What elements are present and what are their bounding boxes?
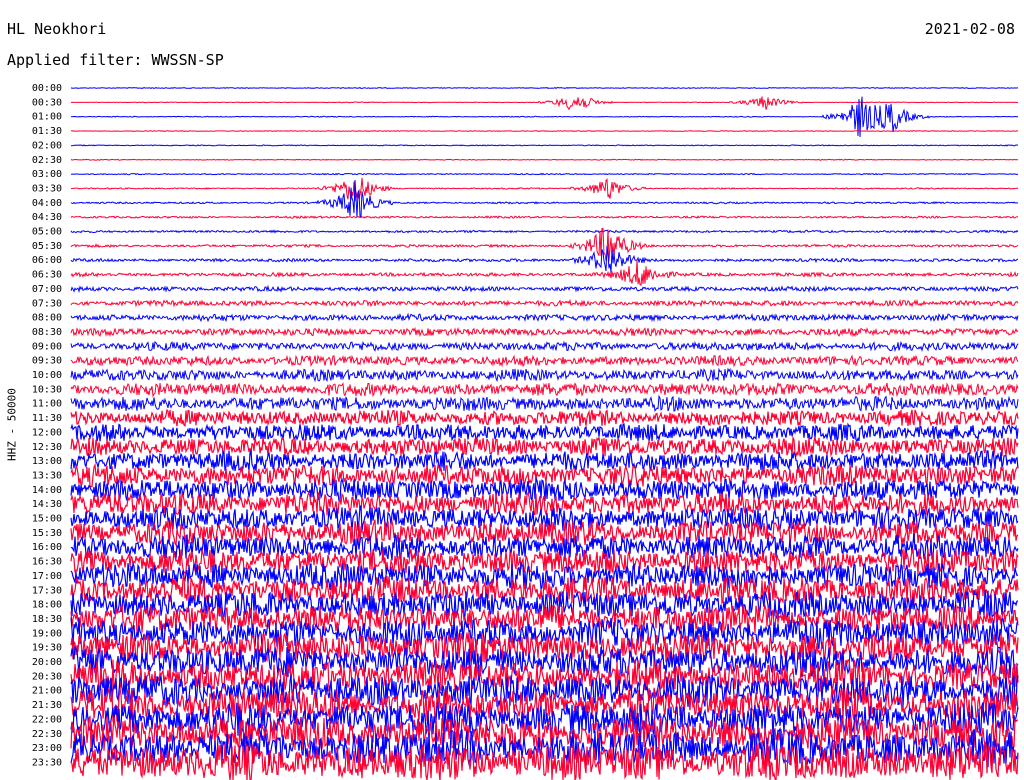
trace-line-1030 [70,381,1019,398]
time-tick-label: 14:00 [32,485,62,496]
time-tick-label: 13:00 [32,456,62,467]
trace-line-1230 [70,435,1019,458]
time-tick-label: 08:30 [32,327,62,338]
trace-line-0300 [70,172,1019,176]
seismogram-plot: 00:00 00:30 01:00 01:30 02:00 02:30 03:00 03:30… [32,83,1019,780]
trace-line-0700 [70,284,1019,294]
time-tick-label: 12:30 [32,442,62,453]
time-tick-label: 00:00 [32,83,62,94]
time-tick-label: 02:30 [32,155,62,166]
time-tick-label: 19:00 [32,628,62,639]
time-tick-label: 13:30 [32,470,62,481]
time-tick-label: 04:00 [32,198,62,209]
trace-line-0230 [70,158,1019,161]
time-tick-label: 19:30 [32,643,62,654]
trace-line-0600 [70,245,1019,273]
time-tick-label: 16:00 [32,542,62,553]
trace-line-0530 [70,227,1019,262]
trace-line-0430 [70,215,1019,220]
time-tick-label: 18:30 [32,614,62,625]
trace-line-0000 [70,86,1019,90]
tick-label-group: 00:00 00:30 01:00 01:30 02:00 02:30 03:00 03:30… [32,83,62,768]
time-tick-label: 02:00 [32,140,62,151]
time-tick-label: 21:30 [32,700,62,711]
time-tick-label: 12:00 [32,427,62,438]
trace-line-0400 [70,179,1019,218]
time-tick-label: 21:00 [32,686,62,697]
time-tick-label: 09:30 [32,356,62,367]
trace-line-0900 [70,340,1019,353]
trace-line-1200 [70,422,1019,443]
trace-line-0630 [70,259,1019,286]
time-tick-label: 17:30 [32,585,62,596]
trace-line-1100 [70,394,1019,412]
time-tick-label: 01:00 [32,112,62,123]
time-tick-label: 05:30 [32,241,62,252]
time-tick-label: 17:00 [32,571,62,582]
time-tick-label: 03:00 [32,169,62,180]
trace-line-1730 [70,573,1019,605]
time-tick-label: 22:30 [32,729,62,740]
trace-line-0830 [70,326,1019,338]
time-tick-label: 10:00 [32,370,62,381]
trace-line-1430 [70,491,1019,517]
time-tick-label: 07:30 [32,298,62,309]
time-tick-label: 20:00 [32,657,62,668]
time-tick-label: 23:00 [32,743,62,754]
time-tick-label: 11:30 [32,413,62,424]
time-tick-label: 10:30 [32,384,62,395]
time-tick-label: 20:30 [32,671,62,682]
trace-line-0730 [70,298,1019,308]
trace-line-0130 [71,130,1019,132]
time-tick-label: 15:30 [32,528,62,539]
time-tick-label: 08:00 [32,313,62,324]
trace-group [70,86,1019,780]
trace-line-0930 [70,354,1019,368]
time-tick-label: 23:30 [32,757,62,768]
time-tick-label: 14:30 [32,499,62,510]
time-tick-label: 22:00 [32,714,62,725]
trace-line-1130 [70,408,1019,428]
trace-line-1300 [70,449,1019,474]
time-tick-label: 15:00 [32,514,62,525]
time-tick-label: 18:00 [32,600,62,611]
trace-line-0330 [70,177,1019,202]
time-tick-label: 05:00 [32,227,62,238]
time-tick-label: 01:30 [32,126,62,137]
trace-line-2330 [70,743,1019,780]
time-tick-label: 16:30 [32,557,62,568]
trace-line-0200 [71,144,1019,147]
time-tick-label: 03:30 [32,183,62,194]
time-tick-label: 07:00 [32,284,62,295]
trace-line-1000 [70,367,1019,383]
time-tick-label: 06:30 [32,270,62,281]
trace-line-0500 [70,229,1019,234]
trace-line-0800 [70,312,1019,323]
time-tick-label: 00:30 [32,97,62,108]
time-tick-label: 04:30 [32,212,62,223]
time-tick-label: 11:00 [32,399,62,410]
time-tick-label: 06:00 [32,255,62,266]
time-tick-label: 09:00 [32,341,62,352]
